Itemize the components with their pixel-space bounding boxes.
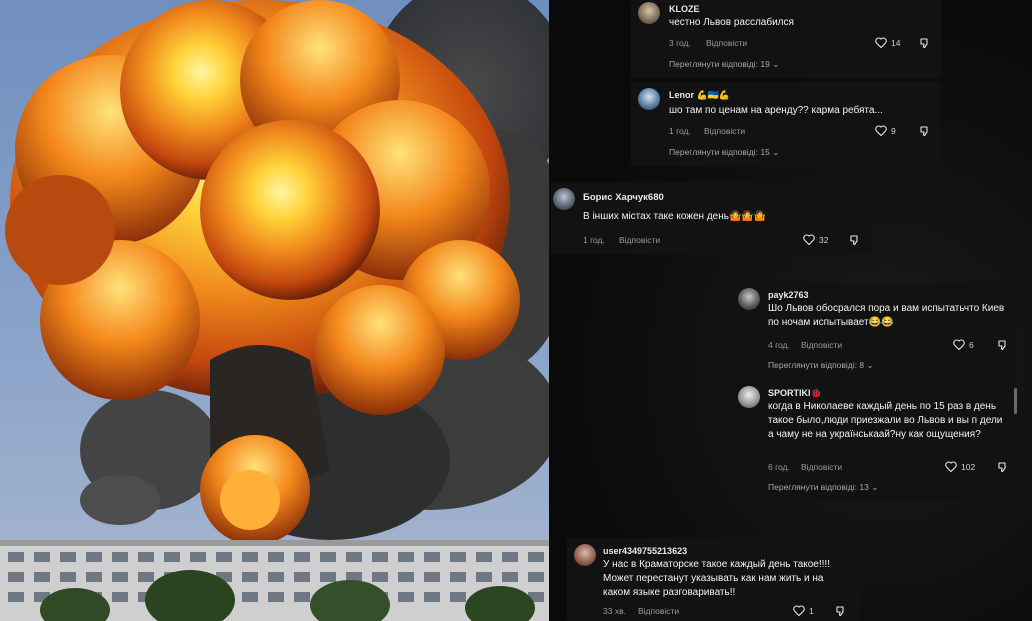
avatar[interactable] bbox=[574, 544, 596, 566]
chevron-down-icon: ⌄ bbox=[772, 59, 780, 69]
comment-username[interactable]: KLOZE bbox=[669, 4, 700, 14]
view-replies-link[interactable]: Переглянути відповіді: 13 ⌄ bbox=[768, 482, 878, 493]
heart-icon bbox=[793, 605, 805, 616]
heart-icon bbox=[945, 461, 957, 472]
comment-time: 4 год. bbox=[768, 340, 790, 350]
chevron-down-icon: ⌄ bbox=[871, 482, 879, 492]
scrollbar[interactable] bbox=[1014, 388, 1017, 414]
dislike-icon[interactable] bbox=[919, 37, 931, 49]
like-count: 9 bbox=[891, 125, 896, 136]
dislike-icon[interactable] bbox=[919, 125, 931, 137]
like-button[interactable]: 9 bbox=[875, 125, 896, 136]
chevron-down-icon: ⌄ bbox=[772, 147, 780, 157]
comment-card: user4349755213623 У нас в Краматорске та… bbox=[567, 538, 859, 621]
comment-time: 3 год. bbox=[669, 38, 691, 48]
reply-button[interactable]: Відповісти bbox=[801, 340, 842, 350]
like-button[interactable]: 102 bbox=[945, 461, 975, 472]
heart-icon bbox=[875, 125, 887, 136]
comment-text: честно Львов расслабился bbox=[669, 17, 794, 28]
reply-button[interactable]: Відповісти bbox=[706, 38, 747, 48]
comment-text: Шо Львов обосрался пора и вам испытатьчт… bbox=[768, 303, 1005, 328]
avatar[interactable] bbox=[553, 188, 575, 210]
comment-time: 33 хв. bbox=[603, 606, 626, 616]
like-button[interactable]: 1 bbox=[793, 605, 814, 616]
explosion-photo bbox=[0, 0, 549, 621]
comment-time: 1 год. bbox=[669, 126, 691, 136]
comment-time: 1 год. bbox=[583, 235, 605, 245]
comment-username[interactable]: user4349755213623 bbox=[603, 546, 687, 556]
avatar[interactable] bbox=[738, 386, 760, 408]
comment-time: 6 год. bbox=[768, 462, 790, 472]
explosion-image bbox=[0, 0, 549, 621]
dislike-icon[interactable] bbox=[997, 339, 1009, 351]
comment-text: У нас в Краматорске такое каждый день та… bbox=[603, 559, 830, 598]
avatar[interactable] bbox=[638, 2, 660, 24]
like-count: 1 bbox=[809, 605, 814, 616]
comment-card: SPORTIKI🐞 когда в Николаеве каждый день … bbox=[731, 380, 1017, 500]
comments-panel: KLOZE честно Львов расслабился 3 год. Ві… bbox=[549, 0, 1032, 621]
view-replies-link[interactable]: Переглянути відповіді: 15 ⌄ bbox=[669, 147, 779, 158]
like-count: 102 bbox=[961, 461, 976, 472]
comment-username[interactable]: payk2763 bbox=[768, 290, 809, 300]
view-replies-link[interactable]: Переглянути відповіді: 19 ⌄ bbox=[669, 59, 779, 70]
reply-button[interactable]: Відповісти bbox=[619, 235, 660, 245]
heart-icon bbox=[953, 339, 965, 350]
comment-text: шо там по ценам на аренду?? карма ребята… bbox=[669, 105, 883, 116]
comment-card: KLOZE честно Львов расслабился 3 год. Ві… bbox=[631, 0, 941, 78]
like-button[interactable]: 14 bbox=[875, 37, 900, 48]
comment-text: В інших містах таке кожен день🤷🤷🤷 bbox=[583, 211, 767, 222]
comment-username[interactable]: SPORTIKI🐞 bbox=[768, 388, 822, 399]
heart-icon bbox=[803, 234, 815, 245]
reply-button[interactable]: Відповісти bbox=[704, 126, 745, 136]
dislike-icon[interactable] bbox=[835, 605, 847, 617]
like-count: 6 bbox=[969, 339, 974, 350]
view-replies-link[interactable]: Переглянути відповіді: 8 ⌄ bbox=[768, 360, 874, 371]
like-button[interactable]: 32 bbox=[803, 234, 828, 245]
reply-button[interactable]: Відповісти bbox=[801, 462, 842, 472]
reply-button[interactable]: Відповісти bbox=[638, 606, 679, 616]
comment-username[interactable]: Борис Харчук680 bbox=[583, 192, 664, 203]
avatar[interactable] bbox=[738, 288, 760, 310]
comment-text: когда в Николаеве каждый день по 15 раз … bbox=[768, 401, 1003, 440]
avatar[interactable] bbox=[638, 88, 660, 110]
heart-icon bbox=[875, 37, 887, 48]
like-count: 14 bbox=[891, 37, 901, 48]
like-button[interactable]: 6 bbox=[953, 339, 974, 350]
like-count: 32 bbox=[819, 234, 829, 245]
dislike-icon[interactable] bbox=[997, 461, 1009, 473]
comment-card: Lenor 💪🇺🇦💪 шо там по ценам на аренду?? к… bbox=[631, 82, 941, 166]
comment-username[interactable]: Lenor 💪🇺🇦💪 bbox=[669, 90, 730, 101]
comment-card: payk2763 Шо Львов обосрался пора и вам и… bbox=[731, 282, 1017, 380]
comment-card: Борис Харчук680 В інших містах таке коже… bbox=[551, 182, 873, 254]
chevron-down-icon: ⌄ bbox=[866, 360, 874, 370]
dislike-icon[interactable] bbox=[849, 234, 861, 246]
